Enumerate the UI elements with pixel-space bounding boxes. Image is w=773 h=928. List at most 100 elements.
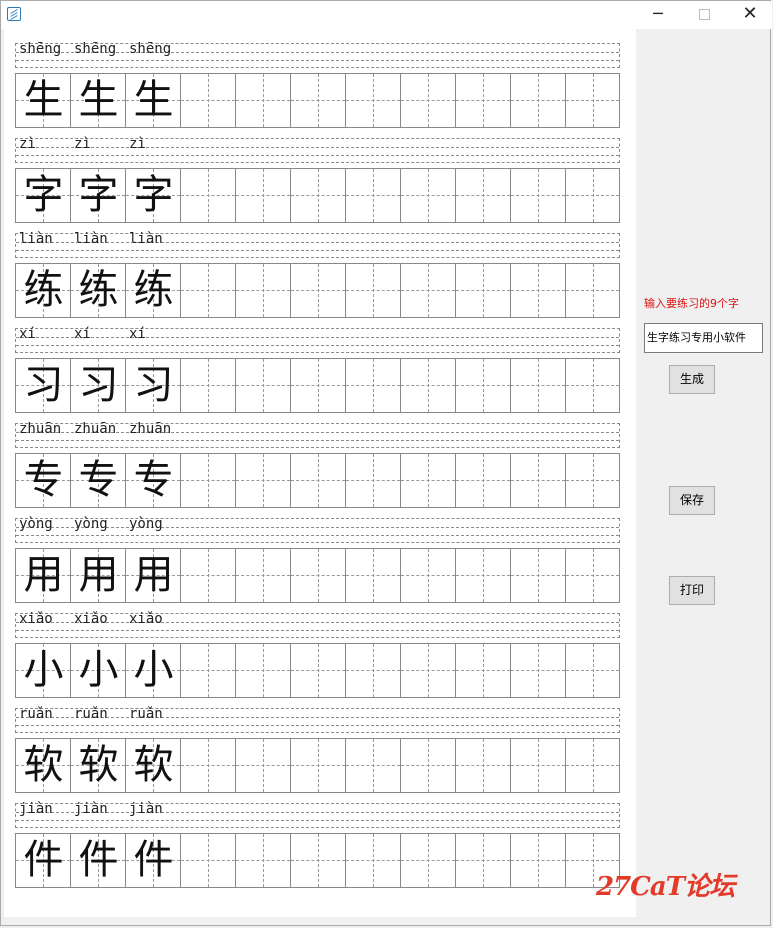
grid-cell (566, 644, 619, 697)
pinyin-label: jiàn (74, 801, 108, 817)
grid-cell (236, 74, 291, 127)
grid-cell: 生 (16, 74, 71, 127)
grid-cell (236, 739, 291, 792)
grid-cell (511, 549, 566, 602)
pinyin-guide: shēng shēng shēng (15, 41, 620, 68)
practice-character: 件 (133, 837, 174, 883)
grid-cell: 专 (71, 454, 126, 507)
pinyin-guide: ruǎn ruǎn ruǎn (15, 706, 620, 733)
pinyin-guide: zì zì zì (15, 136, 620, 163)
title-bar: ─ ✕ (1, 1, 772, 29)
grid-cell: 软 (16, 739, 71, 792)
practice-character: 用 (23, 552, 64, 598)
practice-character: 习 (78, 362, 119, 408)
grid-cell (236, 549, 291, 602)
pinyin-label: zhuān (74, 421, 117, 437)
grid-cell (511, 739, 566, 792)
grid-cell (456, 74, 511, 127)
pinyin-label: ruǎn (74, 706, 108, 722)
practice-character: 专 (78, 457, 119, 503)
grid-cell: 练 (16, 264, 71, 317)
grid-cell (291, 264, 346, 317)
character-grid: 练练练 (15, 263, 620, 318)
input-prompt-label: 输入要练习的9个字 (644, 297, 739, 310)
maximize-button[interactable] (681, 1, 727, 29)
grid-cell (181, 834, 236, 887)
grid-cell (566, 454, 619, 507)
practice-character: 生 (23, 77, 64, 123)
pinyin-label: zì (129, 136, 146, 152)
save-button[interactable]: 保存 (669, 486, 715, 515)
practice-row: zhuān zhuān zhuān 专专专 (15, 421, 622, 509)
practice-character: 软 (133, 742, 174, 788)
character-grid: 软软软 (15, 738, 620, 793)
pinyin-guide: xiǎo xiǎo xiǎo (15, 611, 620, 638)
grid-cell (181, 454, 236, 507)
close-button[interactable]: ✕ (727, 1, 773, 29)
grid-cell (181, 739, 236, 792)
grid-cell (401, 739, 456, 792)
grid-cell (181, 169, 236, 222)
pinyin-label: jiàn (129, 801, 163, 817)
grid-cell: 件 (16, 834, 71, 887)
grid-cell (456, 359, 511, 412)
grid-cell (236, 359, 291, 412)
grid-cell (401, 169, 456, 222)
generate-button[interactable]: 生成 (669, 365, 715, 394)
grid-cell (291, 834, 346, 887)
grid-cell (346, 359, 401, 412)
pinyin-label: zì (74, 136, 91, 152)
pinyin-label: shēng (74, 41, 117, 57)
grid-cell (566, 549, 619, 602)
practice-character: 小 (78, 647, 119, 693)
practice-character: 练 (23, 267, 64, 313)
maximize-icon (698, 9, 710, 20)
grid-cell (236, 644, 291, 697)
practice-row: xiǎo xiǎo xiǎo 小小小 (15, 611, 622, 699)
grid-cell: 字 (126, 169, 181, 222)
grid-cell (511, 834, 566, 887)
pinyin-label: zhuān (19, 421, 62, 437)
app-icon (7, 7, 21, 21)
grid-cell (346, 264, 401, 317)
grid-cell (181, 644, 236, 697)
grid-cell: 习 (126, 359, 181, 412)
practice-character: 练 (133, 267, 174, 313)
grid-cell: 习 (16, 359, 71, 412)
character-grid: 字字字 (15, 168, 620, 223)
pinyin-label: liàn (129, 231, 163, 247)
grid-cell (181, 359, 236, 412)
grid-cell: 练 (126, 264, 181, 317)
practice-row: ruǎn ruǎn ruǎn 软软软 (15, 706, 622, 794)
grid-cell (401, 359, 456, 412)
practice-row: xí xí xí 习习习 (15, 326, 622, 414)
grid-cell (401, 264, 456, 317)
grid-cell: 字 (71, 169, 126, 222)
grid-cell (236, 264, 291, 317)
practice-character: 软 (78, 742, 119, 788)
grid-cell: 小 (126, 644, 181, 697)
grid-cell (456, 739, 511, 792)
practice-character: 专 (23, 457, 64, 503)
character-grid: 专专专 (15, 453, 620, 508)
grid-cell (566, 359, 619, 412)
grid-cell (401, 454, 456, 507)
pinyin-label: xiǎo (19, 611, 53, 627)
practice-character: 用 (133, 552, 174, 598)
grid-cell (511, 454, 566, 507)
grid-cell: 专 (126, 454, 181, 507)
grid-cell: 件 (126, 834, 181, 887)
minimize-button[interactable]: ─ (635, 1, 681, 29)
practice-character: 习 (23, 362, 64, 408)
print-button[interactable]: 打印 (669, 576, 715, 605)
grid-cell (456, 169, 511, 222)
grid-cell (346, 644, 401, 697)
pinyin-label: yòng (129, 516, 163, 532)
grid-cell: 小 (71, 644, 126, 697)
grid-cell (291, 359, 346, 412)
practice-row: liàn liàn liàn 练练练 (15, 231, 622, 319)
pinyin-guide: zhuān zhuān zhuān (15, 421, 620, 448)
pinyin-label: liàn (74, 231, 108, 247)
characters-input[interactable]: 生字练习专用小软件 (644, 323, 763, 353)
practice-row: jiàn jiàn jiàn 件件件 (15, 801, 622, 889)
